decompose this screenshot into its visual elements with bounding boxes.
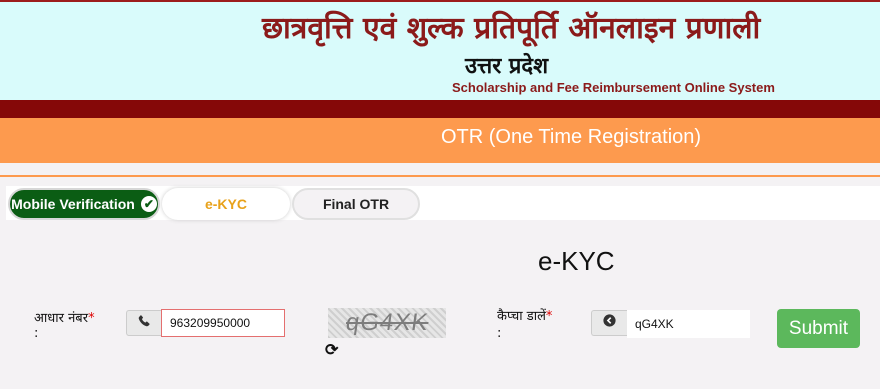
step-mobile-verification[interactable]: Mobile Verification ✔ (8, 188, 160, 220)
captcha-addon (591, 310, 627, 336)
submit-button[interactable]: Submit (777, 309, 860, 348)
refresh-icon[interactable]: ⟳ (325, 340, 338, 360)
aadhar-label: आधार नंबर* (34, 311, 95, 326)
maroon-divider (0, 100, 880, 118)
aadhar-addon (126, 310, 162, 336)
site-header: छात्रवृत्ति एवं शुल्क प्रतिपूर्ति ऑनलाइन… (0, 0, 880, 100)
divider-line (0, 162, 880, 163)
step-label: Final OTR (322, 196, 390, 212)
required-mark: * (88, 311, 95, 326)
site-title-english: Scholarship and Fee Reimbursement Online… (452, 80, 775, 95)
otr-banner: OTR (One Time Registration) (0, 118, 880, 162)
captcha-label-colon: : (497, 326, 502, 341)
required-mark: * (545, 309, 553, 324)
captcha-label: कैप्चा डालें* (497, 309, 553, 324)
state-name: उत्तर प्रदेश (465, 54, 549, 79)
captcha-image-text: qG4XK (343, 309, 431, 336)
step-final-otr[interactable]: Final OTR (292, 188, 420, 220)
step-label: Mobile Verification (11, 196, 135, 212)
step-label: e-KYC (204, 196, 247, 212)
step-wizard: Mobile Verification ✔ e-KYC Final OTR (6, 186, 880, 220)
site-title-hindi: छात्रवृत्ति एवं शुल्क प्रतिपूर्ति ऑनलाइन… (262, 11, 761, 46)
check-icon: ✔ (140, 196, 157, 212)
captcha-image: qG4XK (328, 308, 446, 338)
captcha-input[interactable] (627, 310, 750, 338)
form-heading: e-KYC (538, 246, 615, 276)
step-ekyc[interactable]: e-KYC (162, 188, 290, 220)
phone-icon (138, 314, 151, 332)
otr-banner-title: OTR (One Time Registration) (441, 126, 702, 148)
aadhar-label-colon: : (34, 326, 39, 341)
aadhar-number-input[interactable] (161, 309, 285, 337)
arrow-circle-icon (603, 314, 616, 332)
divider-line (0, 175, 880, 177)
